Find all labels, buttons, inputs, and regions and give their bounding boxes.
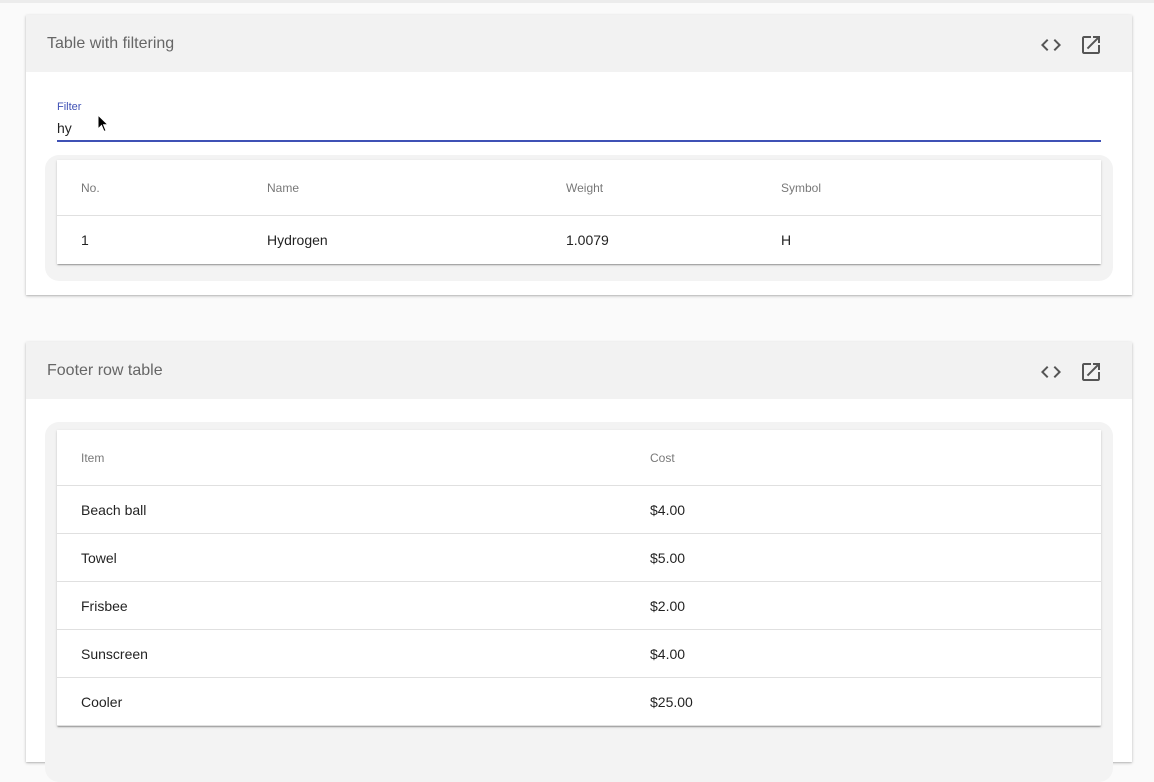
open-in-new-icon bbox=[1082, 36, 1100, 54]
cell-symbol: H bbox=[781, 232, 792, 248]
table-row: Cooler $25.00 bbox=[57, 678, 1101, 726]
filter-underline bbox=[57, 140, 1101, 142]
code-icon bbox=[1041, 366, 1061, 378]
cell-cost: $4.00 bbox=[650, 645, 686, 662]
column-header-weight[interactable]: Weight bbox=[566, 160, 603, 215]
column-header-cost: Cost bbox=[650, 450, 675, 465]
table-row: 1 Hydrogen 1.0079 H bbox=[57, 216, 1101, 264]
table-row: Towel $5.00 bbox=[57, 534, 1101, 582]
card-header: Footer row table bbox=[26, 342, 1132, 399]
card-header: Table with filtering bbox=[26, 15, 1132, 72]
code-icon bbox=[1041, 39, 1061, 51]
footer-table: Item Cost Beach ball $4.00 Towel $5.00 F… bbox=[57, 430, 1101, 726]
footer-table-card: Footer row table Item Cost Beach ball $4… bbox=[26, 342, 1132, 782]
filter-table-card: Table with filtering Filter No. Name Wei… bbox=[26, 15, 1132, 295]
open-in-new-button[interactable] bbox=[1079, 360, 1103, 384]
cell-item: Frisbee bbox=[81, 597, 128, 614]
view-code-button[interactable] bbox=[1039, 360, 1063, 384]
table-header-row: Item Cost bbox=[57, 430, 1101, 486]
cell-weight: 1.0079 bbox=[566, 232, 609, 248]
column-header-item: Item bbox=[81, 450, 105, 465]
table-row: Frisbee $2.00 bbox=[57, 582, 1101, 630]
cell-cost: $4.00 bbox=[650, 501, 686, 518]
column-header-name[interactable]: Name bbox=[267, 160, 299, 215]
mouse-pointer-icon bbox=[97, 114, 109, 133]
open-in-new-button[interactable] bbox=[1079, 33, 1103, 57]
card-title: Table with filtering bbox=[47, 35, 175, 52]
table-row: Sunscreen $4.00 bbox=[57, 630, 1101, 678]
cell-no: 1 bbox=[81, 232, 89, 248]
table-row: Beach ball $4.00 bbox=[57, 486, 1101, 534]
card-title: Footer row table bbox=[47, 362, 163, 379]
table-header-row: No. Name Weight Symbol bbox=[57, 160, 1101, 216]
cell-item: Cooler bbox=[81, 693, 123, 710]
cell-cost: $25.00 bbox=[650, 693, 693, 710]
filter-input[interactable] bbox=[57, 118, 1101, 138]
cell-item: Beach ball bbox=[81, 501, 147, 518]
view-code-button[interactable] bbox=[1039, 33, 1063, 57]
cell-item: Towel bbox=[81, 549, 117, 566]
cell-item: Sunscreen bbox=[81, 645, 148, 662]
column-header-symbol[interactable]: Symbol bbox=[781, 160, 821, 215]
cell-cost: $5.00 bbox=[650, 549, 686, 566]
open-in-new-icon bbox=[1082, 363, 1100, 381]
column-header-no[interactable]: No. bbox=[81, 160, 100, 215]
elements-table: No. Name Weight Symbol 1 Hydrogen 1.0079… bbox=[57, 160, 1101, 264]
cell-cost: $2.00 bbox=[650, 597, 686, 614]
filter-field[interactable]: Filter bbox=[57, 101, 1101, 142]
filter-label: Filter bbox=[57, 101, 82, 113]
top-divider bbox=[0, 0, 1154, 3]
cell-name: Hydrogen bbox=[267, 232, 328, 248]
